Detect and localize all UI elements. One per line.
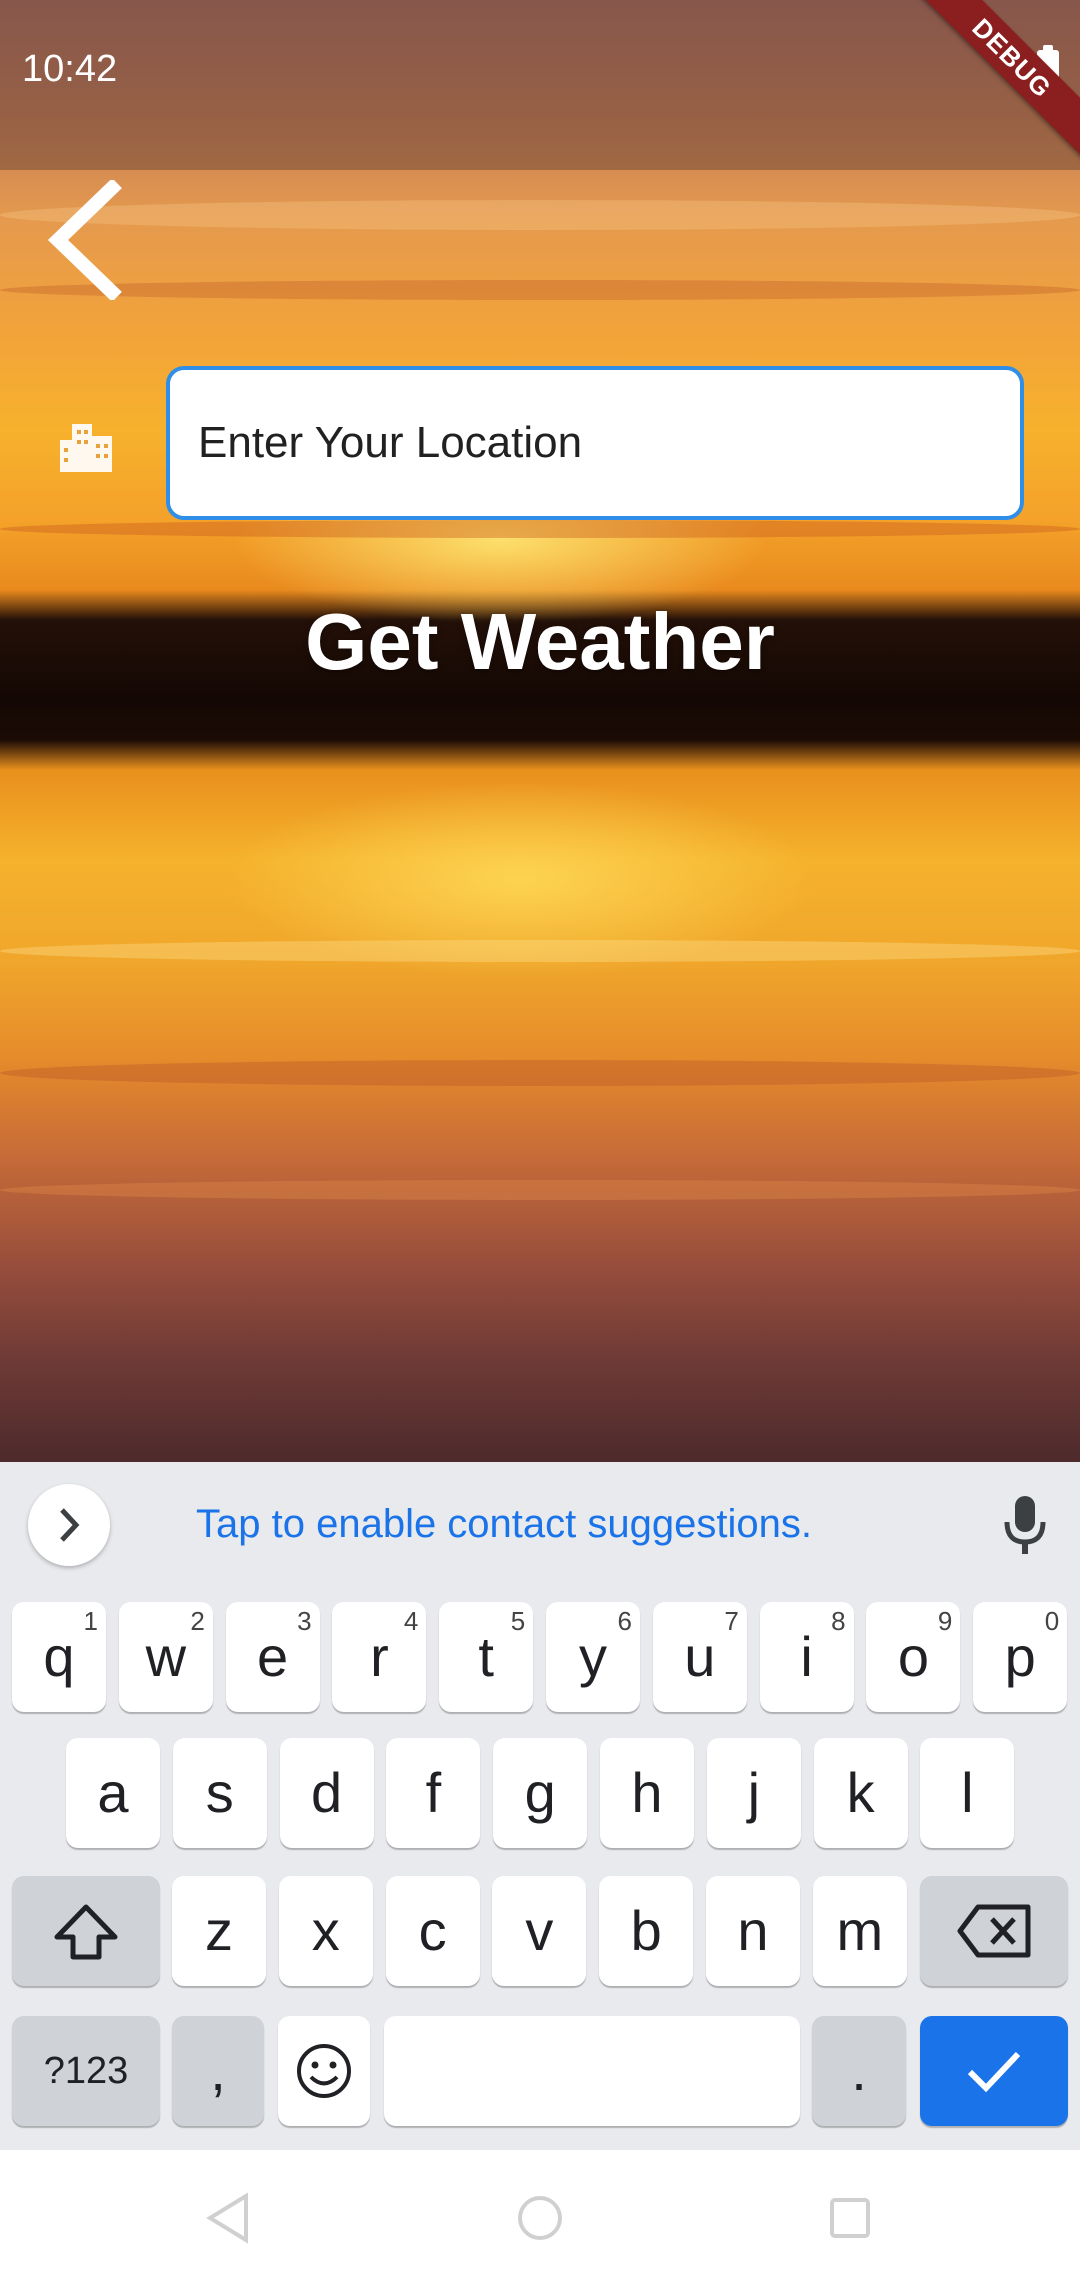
- chevron-left-icon: [47, 178, 122, 302]
- key-t[interactable]: t5: [439, 1602, 534, 1712]
- key-c[interactable]: c: [385, 1876, 480, 1986]
- key-number-hint: 4: [403, 1606, 419, 1636]
- key-label: w: [145, 1625, 187, 1688]
- key-label: r: [370, 1625, 389, 1688]
- key-e[interactable]: e3: [225, 1602, 320, 1712]
- key-k[interactable]: k: [813, 1738, 908, 1848]
- key-s[interactable]: s: [172, 1738, 267, 1848]
- key-q[interactable]: q1: [12, 1602, 106, 1712]
- key-label: e: [257, 1625, 289, 1688]
- key-n[interactable]: n: [706, 1876, 800, 1986]
- key-number-hint: 9: [937, 1606, 953, 1636]
- key-o[interactable]: o9: [866, 1602, 961, 1712]
- key-r[interactable]: r4: [332, 1602, 427, 1712]
- nav-home-icon[interactable]: [510, 2188, 570, 2248]
- key-label: i: [800, 1625, 813, 1688]
- navigation-bar: [0, 2150, 1080, 2280]
- done-key[interactable]: [920, 2016, 1068, 2126]
- backspace-icon: [957, 1904, 1031, 1958]
- key-label: o: [897, 1625, 929, 1688]
- status-bar: 10:42: [0, 0, 1080, 170]
- key-v[interactable]: v: [492, 1876, 587, 1986]
- key-u[interactable]: u7: [652, 1602, 747, 1712]
- suggestion-bar: Tap to enable contact suggestions.: [0, 1462, 1080, 1582]
- key-i[interactable]: i8: [759, 1602, 854, 1712]
- soft-keyboard: Tap to enable contact suggestions. q1w2e…: [0, 1462, 1080, 2150]
- key-g[interactable]: g: [493, 1738, 588, 1848]
- period-key[interactable]: .: [812, 2016, 906, 2126]
- key-x[interactable]: x: [278, 1876, 373, 1986]
- key-m[interactable]: m: [812, 1876, 907, 1986]
- city-icon: [60, 424, 112, 472]
- key-label: t: [478, 1625, 494, 1688]
- nav-back-icon[interactable]: [200, 2188, 260, 2248]
- key-label: q: [43, 1625, 75, 1688]
- status-time: 10:42: [22, 48, 118, 90]
- key-y[interactable]: y6: [546, 1602, 640, 1712]
- key-label: y: [579, 1625, 607, 1688]
- key-f[interactable]: f: [386, 1738, 481, 1848]
- shift-key[interactable]: [12, 1876, 160, 1986]
- key-number-hint: 8: [831, 1606, 846, 1636]
- sunset-background: [0, 0, 1080, 1462]
- key-label: u: [684, 1625, 716, 1688]
- symbols-key[interactable]: ?123: [12, 2016, 160, 2126]
- key-number-hint: 1: [83, 1606, 98, 1636]
- key-l[interactable]: l: [920, 1738, 1015, 1848]
- shift-icon: [54, 1904, 118, 1960]
- comma-key[interactable]: ,: [172, 2016, 264, 2126]
- contact-suggestions-prompt[interactable]: Tap to enable contact suggestions.: [196, 1502, 812, 1547]
- key-z[interactable]: z: [172, 1876, 266, 1986]
- space-key[interactable]: [384, 2016, 800, 2126]
- nav-recents-icon[interactable]: [820, 2188, 880, 2248]
- key-w[interactable]: w2: [118, 1602, 213, 1712]
- backspace-key[interactable]: [920, 1876, 1068, 1986]
- emoji-key[interactable]: [278, 2016, 370, 2126]
- chevron-right-icon: [60, 1508, 80, 1542]
- key-number-hint: 0: [1044, 1606, 1060, 1636]
- key-label: p: [1004, 1625, 1036, 1688]
- expand-toolbar-button[interactable]: [28, 1484, 110, 1566]
- microphone-icon[interactable]: [1000, 1494, 1050, 1556]
- checkmark-icon: [967, 2051, 1021, 2093]
- key-number-hint: 5: [510, 1606, 526, 1636]
- key-d[interactable]: d: [279, 1738, 374, 1848]
- key-h[interactable]: h: [600, 1738, 694, 1848]
- location-input[interactable]: [166, 366, 1024, 520]
- emoji-icon: [297, 2044, 351, 2098]
- back-button[interactable]: [40, 178, 130, 302]
- key-j[interactable]: j: [706, 1738, 801, 1848]
- get-weather-button[interactable]: Get Weather: [0, 596, 1080, 688]
- key-number-hint: 2: [190, 1606, 205, 1636]
- key-a[interactable]: a: [66, 1738, 160, 1848]
- key-p[interactable]: p0: [973, 1602, 1068, 1712]
- key-number-hint: 7: [724, 1606, 739, 1636]
- key-b[interactable]: b: [599, 1876, 694, 1986]
- key-number-hint: 6: [617, 1606, 632, 1636]
- key-number-hint: 3: [297, 1606, 312, 1636]
